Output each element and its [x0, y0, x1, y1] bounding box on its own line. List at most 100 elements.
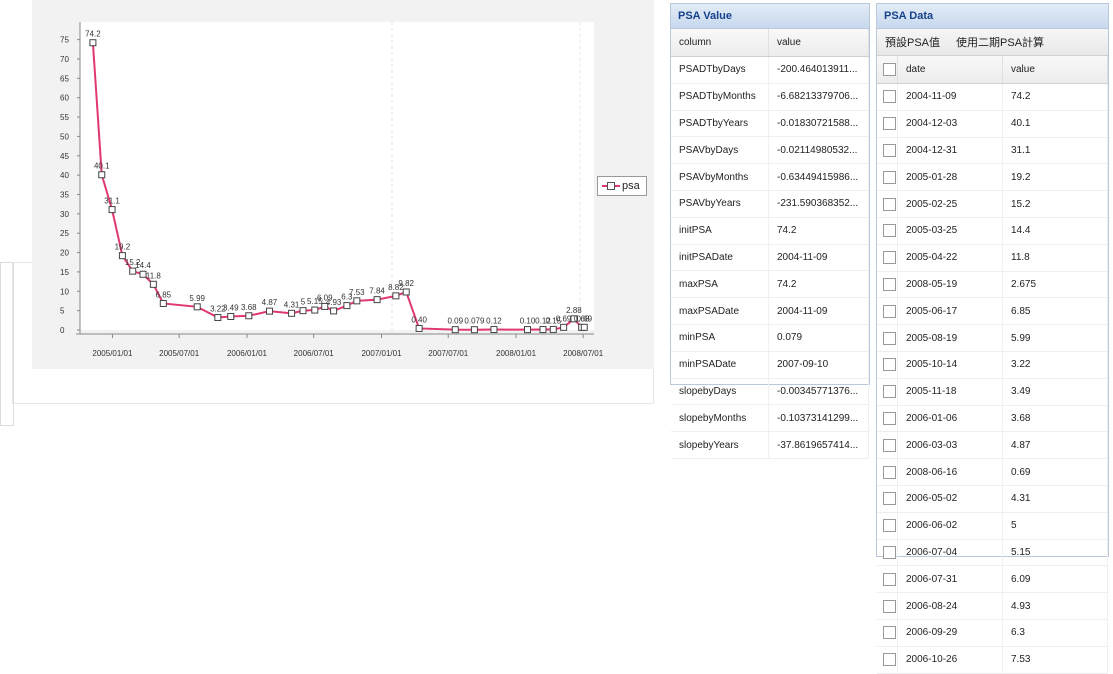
- data-label: 11.8: [146, 271, 162, 280]
- column-cell: maxPSADate: [671, 297, 769, 325]
- data-point[interactable]: [451, 326, 459, 334]
- data-point[interactable]: [227, 312, 235, 320]
- row-checkbox[interactable]: [877, 110, 898, 138]
- data-point[interactable]: [353, 297, 361, 305]
- table-row[interactable]: initPSA 74.2: [671, 217, 869, 245]
- data-point[interactable]: [415, 324, 423, 332]
- data-point[interactable]: [149, 280, 157, 288]
- row-checkbox[interactable]: [877, 565, 898, 594]
- table-row[interactable]: slopebyDays -0.00345771376...: [671, 378, 869, 406]
- row-checkbox[interactable]: [877, 297, 898, 326]
- table-row[interactable]: 2006-09-29 6.3: [877, 619, 1108, 647]
- table-row[interactable]: 2004-12-31 31.1: [877, 137, 1108, 165]
- data-point[interactable]: [343, 302, 351, 310]
- column-header[interactable]: value: [768, 29, 869, 57]
- row-checkbox[interactable]: [877, 163, 898, 192]
- data-point[interactable]: [580, 323, 588, 331]
- table-row[interactable]: 2006-01-06 3.68: [877, 405, 1108, 433]
- table-row[interactable]: 2005-06-17 6.85: [877, 297, 1108, 326]
- row-checkbox[interactable]: [877, 217, 898, 245]
- table-row[interactable]: PSADTbyDays -200.464013911...: [671, 56, 869, 84]
- table-row[interactable]: 2005-01-28 19.2: [877, 163, 1108, 192]
- data-point[interactable]: [549, 325, 557, 333]
- row-checkbox[interactable]: [877, 458, 898, 486]
- table-row[interactable]: 2006-07-04 5.15: [877, 539, 1108, 567]
- table-row[interactable]: PSAVbyDays -0.02114980532...: [671, 136, 869, 165]
- value-cell: 5: [1002, 512, 1108, 540]
- column-header[interactable]: date: [897, 56, 1003, 84]
- data-label: 4.31: [284, 300, 300, 309]
- data-point[interactable]: [330, 307, 338, 315]
- data-point[interactable]: [108, 206, 116, 214]
- table-row[interactable]: PSADTbyYears -0.01830721588...: [671, 110, 869, 138]
- table-row[interactable]: 2006-05-02 4.31: [877, 485, 1108, 513]
- table-row[interactable]: PSAVbyYears -231.590368352...: [671, 190, 869, 218]
- table-row[interactable]: slopebyMonths -0.10373141299...: [671, 404, 869, 433]
- row-checkbox[interactable]: [877, 378, 898, 406]
- data-label: 3.68: [241, 303, 257, 312]
- select-all-checkbox[interactable]: [877, 56, 898, 84]
- row-checkbox[interactable]: [877, 271, 898, 299]
- table-row[interactable]: 2005-02-25 15.2: [877, 190, 1108, 218]
- row-checkbox[interactable]: [877, 592, 898, 620]
- data-point[interactable]: [560, 323, 568, 331]
- row-checkbox[interactable]: [877, 324, 898, 352]
- row-checkbox[interactable]: [877, 137, 898, 165]
- table-row[interactable]: 2005-11-18 3.49: [877, 378, 1108, 406]
- data-point[interactable]: [490, 326, 498, 334]
- row-checkbox[interactable]: [877, 539, 898, 567]
- table-row[interactable]: maxPSA 74.2: [671, 270, 869, 299]
- table-row[interactable]: 2006-10-26 7.53: [877, 646, 1108, 674]
- data-point[interactable]: [214, 314, 222, 322]
- data-point[interactable]: [98, 171, 106, 179]
- table-row[interactable]: maxPSADate 2004-11-09: [671, 297, 869, 325]
- column-header[interactable]: value: [1002, 56, 1108, 84]
- table-row[interactable]: 2005-08-19 5.99: [877, 324, 1108, 352]
- data-point[interactable]: [193, 303, 201, 311]
- table-row[interactable]: minPSA 0.079: [671, 324, 869, 352]
- data-point[interactable]: [373, 296, 381, 304]
- data-point[interactable]: [265, 307, 273, 315]
- row-checkbox[interactable]: [877, 619, 898, 647]
- data-point[interactable]: [288, 309, 296, 317]
- row-checkbox[interactable]: [877, 405, 898, 433]
- row-checkbox[interactable]: [877, 646, 898, 674]
- table-row[interactable]: PSAVbyMonths -0.63449415986...: [671, 163, 869, 191]
- table-row[interactable]: 2006-08-24 4.93: [877, 592, 1108, 620]
- table-row[interactable]: 2005-10-14 3.22: [877, 351, 1108, 379]
- row-checkbox[interactable]: [877, 431, 898, 460]
- data-point[interactable]: [539, 326, 547, 334]
- table-row[interactable]: 2006-07-31 6.09: [877, 565, 1108, 594]
- data-point[interactable]: [470, 326, 478, 334]
- data-point[interactable]: [89, 39, 97, 47]
- data-point[interactable]: [523, 326, 531, 334]
- data-point[interactable]: [402, 288, 410, 296]
- table-row[interactable]: 2006-03-03 4.87: [877, 431, 1108, 460]
- column-header[interactable]: column: [671, 29, 769, 57]
- table-row[interactable]: 2004-11-09 74.2: [877, 83, 1108, 111]
- table-row[interactable]: 2008-06-16 0.69: [877, 458, 1108, 486]
- table-row[interactable]: minPSADate 2007-09-10: [671, 351, 869, 379]
- default-psa-button[interactable]: 預設PSA值: [877, 34, 948, 50]
- table-row[interactable]: 2004-12-03 40.1: [877, 110, 1108, 138]
- table-row[interactable]: 2006-06-02 5: [877, 512, 1108, 540]
- value-cell: 6.3: [1002, 619, 1108, 647]
- table-row[interactable]: 2005-03-25 14.4: [877, 217, 1108, 245]
- table-row[interactable]: slopebyYears -37.8619657414...: [671, 431, 869, 459]
- table-row[interactable]: 2008-05-19 2.675: [877, 271, 1108, 299]
- row-checkbox[interactable]: [877, 485, 898, 513]
- row-checkbox[interactable]: [877, 512, 898, 540]
- table-row[interactable]: initPSADate 2004-11-09: [671, 244, 869, 272]
- table-row[interactable]: PSADTbyMonths -6.68213379706...: [671, 83, 869, 111]
- row-checkbox[interactable]: [877, 83, 898, 111]
- data-point[interactable]: [159, 299, 167, 307]
- data-point[interactable]: [311, 306, 319, 314]
- data-point[interactable]: [245, 312, 253, 320]
- row-checkbox[interactable]: [877, 244, 898, 272]
- row-checkbox[interactable]: [877, 351, 898, 379]
- data-point[interactable]: [392, 292, 400, 300]
- two-phase-psa-button[interactable]: 使用二期PSA計算: [948, 34, 1052, 50]
- data-point[interactable]: [299, 307, 307, 315]
- table-row[interactable]: 2005-04-22 11.8: [877, 244, 1108, 272]
- row-checkbox[interactable]: [877, 190, 898, 218]
